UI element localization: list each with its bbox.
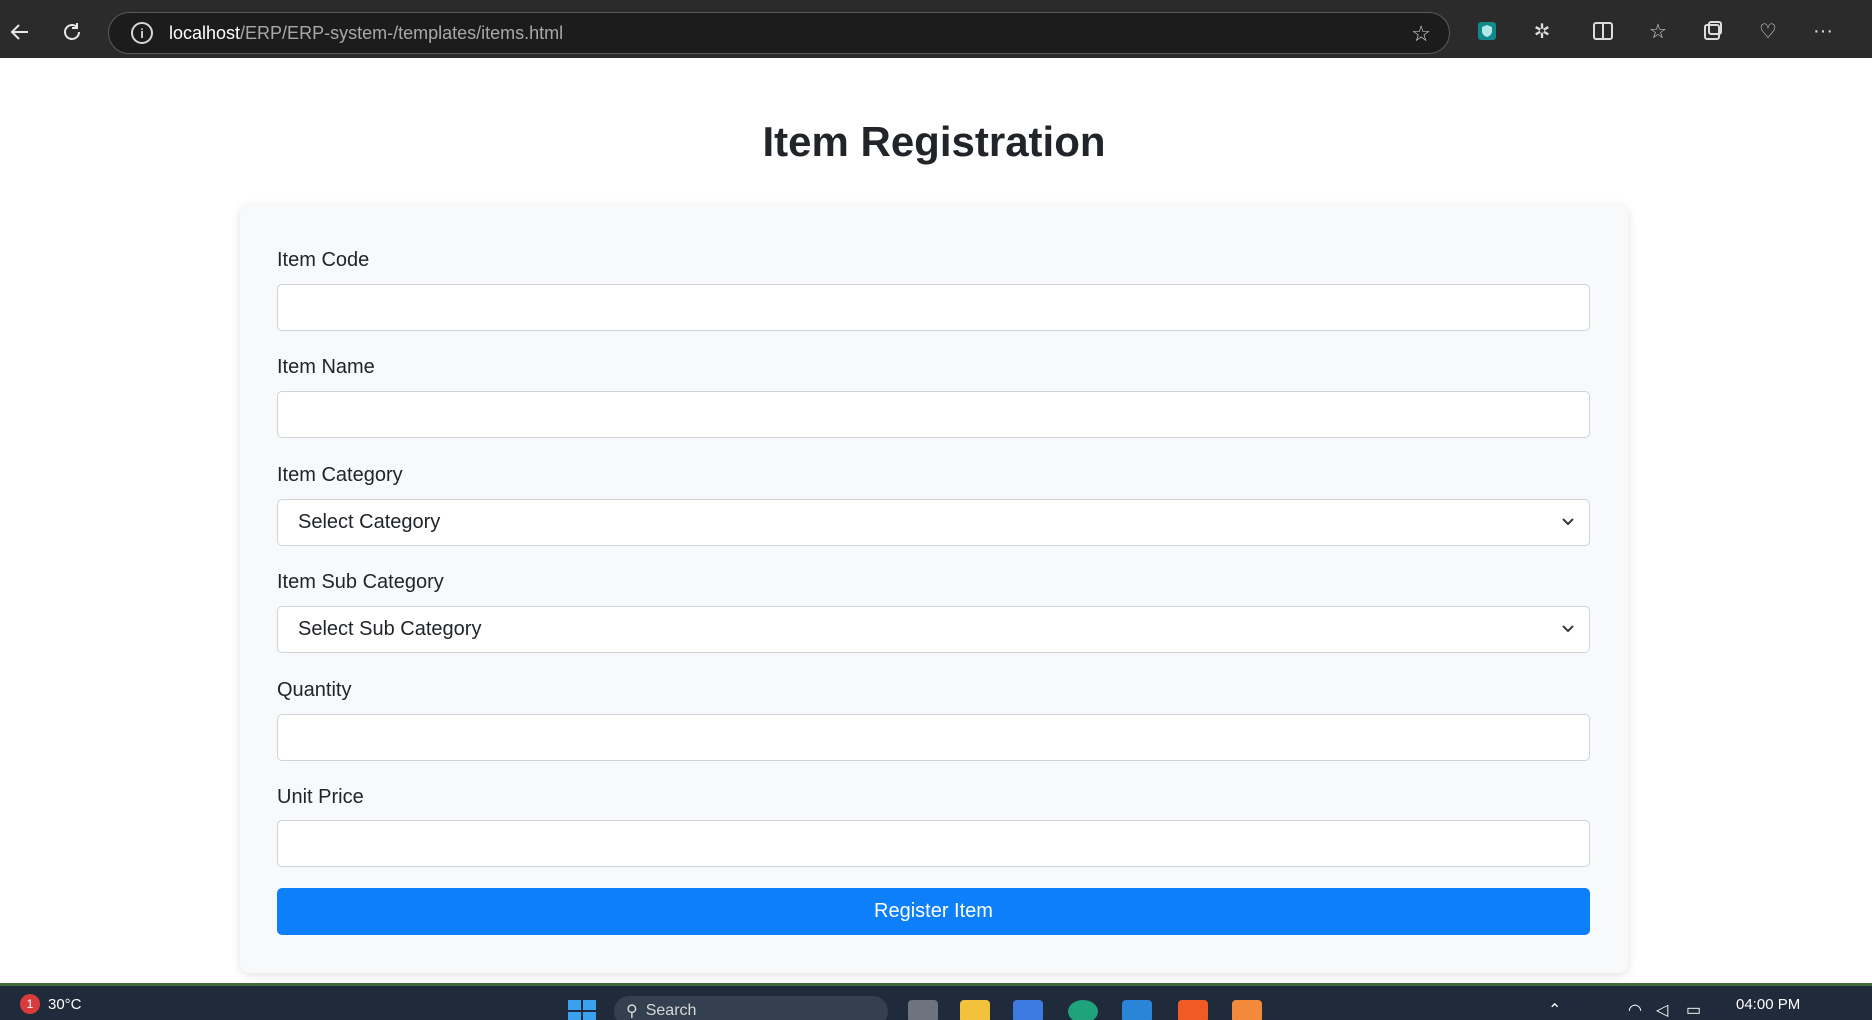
unit-price-label: Unit Price [277, 786, 364, 808]
browser-essentials-icon[interactable]: ♡ [1753, 16, 1783, 46]
extensions-icon[interactable]: ✲ [1527, 16, 1557, 46]
chevron-down-icon [1562, 625, 1574, 633]
item-code-label: Item Code [277, 249, 370, 271]
item-sub-category-selected: Select Sub Category [298, 618, 482, 640]
volume-icon[interactable]: ◁ [1656, 1000, 1668, 1020]
vscode-icon[interactable] [1122, 1000, 1152, 1020]
clock-time[interactable]: 04:00 PM [1736, 996, 1800, 1013]
chevron-down-icon [1562, 518, 1574, 526]
quantity-label: Quantity [277, 679, 352, 701]
item-sub-category-label: Item Sub Category [277, 571, 444, 593]
weather-badge: 1 [20, 994, 40, 1014]
page-title: Item Registration [762, 118, 1106, 165]
edge-icon[interactable] [1068, 1000, 1098, 1020]
register-item-button[interactable]: Register Item [277, 888, 1590, 935]
item-code-input[interactable] [277, 284, 1590, 331]
favorite-star-icon[interactable]: ☆ [1411, 21, 1431, 47]
reload-icon[interactable] [54, 14, 90, 50]
store-icon[interactable] [1013, 1000, 1043, 1020]
extension-shield-icon[interactable] [1472, 16, 1502, 46]
info-icon[interactable]: i [131, 22, 153, 44]
item-sub-category-select[interactable]: Select Sub Category [277, 606, 1590, 653]
unit-price-input[interactable] [277, 820, 1590, 867]
taskbar: 1 30°C ⚲ Search ⌃ ◠ ◁ ▭ 04:00 PM [0, 983, 1872, 1020]
item-category-label: Item Category [277, 464, 403, 486]
collections-icon[interactable] [1698, 16, 1728, 46]
url-host: localhost [169, 22, 241, 43]
battery-icon[interactable]: ▭ [1686, 1000, 1701, 1020]
wifi-icon[interactable]: ◠ [1628, 1000, 1642, 1020]
address-bar[interactable]: i localhost/ERP/ERP-system-/templates/it… [108, 12, 1450, 54]
url-path: /ERP/ERP-system-/templates/items.html [240, 22, 564, 43]
search-label: Search [645, 1002, 697, 1019]
xampp-icon[interactable] [1232, 1000, 1262, 1020]
brave-icon[interactable] [1178, 1000, 1208, 1020]
item-name-input[interactable] [277, 391, 1590, 438]
weather-temp[interactable]: 30°C [48, 996, 82, 1013]
more-options-icon[interactable]: ··· [1808, 16, 1838, 46]
item-name-label: Item Name [277, 356, 375, 378]
search-icon: ⚲ [626, 1003, 638, 1020]
windows-start-icon[interactable] [568, 1000, 596, 1020]
back-icon[interactable] [2, 14, 38, 50]
item-category-select[interactable]: Select Category [277, 499, 1590, 546]
taskbar-search[interactable]: ⚲ Search [614, 996, 888, 1020]
split-screen-icon[interactable] [1588, 16, 1618, 46]
item-registration-form: Item Code Item Name Item Category Select… [240, 205, 1628, 973]
favorites-icon[interactable]: ☆ [1643, 16, 1673, 46]
item-category-selected: Select Category [298, 511, 441, 533]
browser-toolbar: i localhost/ERP/ERP-system-/templates/it… [0, 0, 1872, 58]
task-view-icon[interactable] [908, 1000, 938, 1020]
chevron-up-icon[interactable]: ⌃ [1548, 1000, 1561, 1020]
quantity-input[interactable] [277, 714, 1590, 761]
file-explorer-icon[interactable] [960, 1000, 990, 1020]
